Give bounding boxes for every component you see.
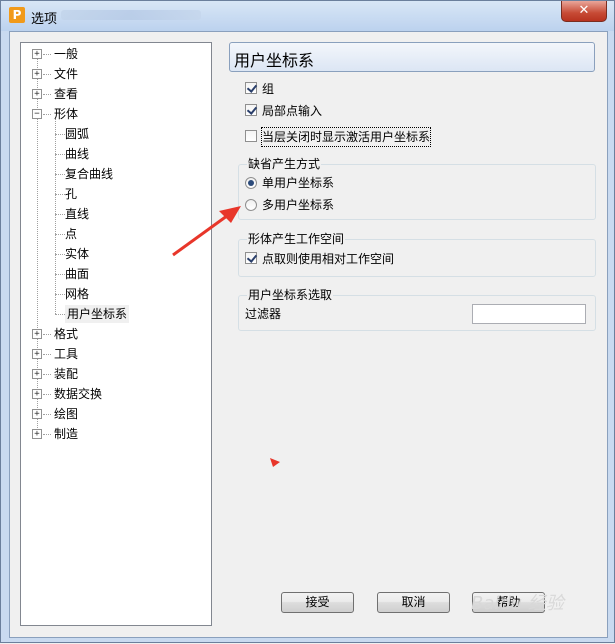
tree-connector [43,94,51,95]
tree-connector [43,354,51,355]
filter-input[interactable] [472,304,586,324]
ucs-select-title: 用户坐标系选取 [247,288,334,302]
tree-item-label: 网格 [65,287,90,301]
expand-icon[interactable]: + [32,429,42,439]
tree-connector [43,414,51,415]
tree-item-label: 曲线 [65,147,90,161]
panel-header: 用户坐标系 [229,42,595,72]
tree-connector [43,434,51,435]
tree-item-label: 实体 [65,247,90,261]
title-bar[interactable]: P 选项 ✕ [1,1,614,31]
expand-icon[interactable]: + [32,409,42,419]
expand-icon[interactable]: + [32,369,42,379]
checkbox-relative-workspace-label: 点取则使用相对工作空间 [262,252,395,266]
expand-icon[interactable]: + [32,49,42,59]
expand-icon[interactable]: + [32,69,42,79]
checkbox-show-active-ucs-label: 当层关闭时显示激活用户坐标系 [260,127,432,147]
tree-item-label: 曲面 [65,267,90,281]
tree-item-label: 用户坐标系 [65,305,130,323]
checkbox-show-active-ucs[interactable] [245,130,257,142]
watermark: Baidu 经验 [471,593,564,614]
window-title: 选项 [31,12,58,27]
panel-title: 用户坐标系 [234,51,315,70]
dialog-client-area: + 一般 + 文件 + 查看 − 形体 圆弧 曲线 复合曲线孔直线点实体 曲面 网格 用户坐标系 + 格式 + 工… [9,31,608,638]
collapse-icon[interactable]: − [32,109,42,119]
expand-icon[interactable]: + [32,89,42,99]
checkbox-group-label: 组 [262,82,275,96]
expand-icon[interactable]: + [32,329,42,339]
checkbox-group[interactable] [245,82,257,94]
app-icon: P [9,7,25,23]
tree-connector [43,334,51,335]
tree-connector [55,154,65,155]
tree-item-label: 圆弧 [65,127,90,141]
tree-item-label: 点 [65,227,78,241]
checkbox-local-point[interactable] [245,104,257,116]
radio-single-ucs-label: 单用户坐标系 [262,176,335,190]
tree-connector [43,114,51,115]
tree-item-label: 制造 [54,427,79,441]
tree-child-guide-line [55,119,56,314]
checkbox-relative-workspace[interactable] [245,252,257,264]
options-tree[interactable]: + 一般 + 文件 + 查看 − 形体圆弧曲线复合曲线孔直线点实体曲面网格用户坐标系 + 格式 + 工… [20,42,212,626]
tree-connector [55,194,65,195]
accept-button[interactable]: 接受 [281,592,354,613]
tree-item-label: 一般 [54,47,79,61]
tree-connector [43,394,51,395]
cancel-button[interactable]: 取消 [377,592,450,613]
title-blur-region [61,10,201,20]
tree-connector [55,274,65,275]
checkbox-local-point-label: 局部点输入 [262,104,323,118]
tree-connector [43,74,51,75]
tree-item-label: 文件 [54,67,79,81]
close-button[interactable]: ✕ [561,1,607,22]
tree-connector [43,374,51,375]
tree-connector [43,54,51,55]
tree-item-label: 形体 [54,107,79,121]
tree-item-label: 绘图 [54,407,79,421]
radio-single-ucs[interactable] [245,177,257,189]
tree-item-label: 工具 [54,347,79,361]
tree-connector [55,134,65,135]
tree-item-label: 格式 [54,327,79,341]
options-dialog: P 选项 ✕ + 一般 + 文件 + 查看 − 形体 圆弧 曲线 复合曲线孔直线点实体 曲面 网格 用户坐… [0,0,615,643]
radio-multi-ucs-label: 多用户坐标系 [262,198,335,212]
tree-item-label: 数据交换 [54,387,103,401]
filter-label: 过滤器 [245,307,282,321]
tree-item-label: 复合曲线 [65,167,114,181]
tree-item-label: 直线 [65,207,90,221]
expand-icon[interactable]: + [32,389,42,399]
tree-connector [55,234,65,235]
default-mode-title: 缺省产生方式 [247,157,322,171]
tree-connector [55,254,65,255]
workspace-title: 形体产生工作空间 [247,232,346,246]
tree-connector [55,214,65,215]
tree-item-label: 查看 [54,87,79,101]
tree-item-label: 装配 [54,367,79,381]
tree-connector [55,314,65,315]
tree-connector [55,294,65,295]
tree-item-label: 孔 [65,187,78,201]
tree-connector [55,174,65,175]
radio-multi-ucs[interactable] [245,199,257,211]
expand-icon[interactable]: + [32,349,42,359]
